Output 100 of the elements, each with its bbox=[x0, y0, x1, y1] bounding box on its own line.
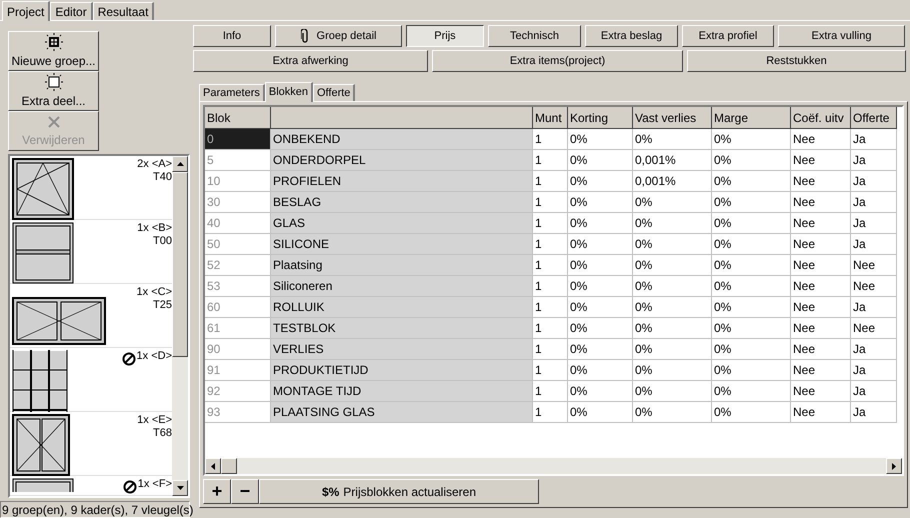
table-cell: Ja bbox=[851, 381, 897, 402]
table-cell: 0% bbox=[633, 255, 712, 276]
column-header[interactable]: Munt bbox=[533, 107, 568, 129]
table-cell: Nee bbox=[791, 213, 851, 234]
toolbar-button[interactable]: Extra afwerking bbox=[193, 50, 428, 72]
group-count: 1x <C> bbox=[136, 286, 172, 299]
table-cell: Nee bbox=[791, 297, 851, 318]
column-header[interactable]: Korting bbox=[568, 107, 633, 129]
column-header[interactable]: Blok bbox=[205, 107, 271, 129]
table-cell: 92 bbox=[205, 381, 271, 402]
table-cell: 0% bbox=[712, 213, 791, 234]
table-cell: 0% bbox=[712, 192, 791, 213]
table-cell: 1 bbox=[533, 234, 568, 255]
table-cell: 50 bbox=[205, 234, 271, 255]
table-cell: Nee bbox=[791, 402, 851, 423]
table-cell: 0% bbox=[633, 276, 712, 297]
update-button[interactable]: $% Prijsblokken actualiseren bbox=[259, 479, 539, 504]
table-cell: 30 bbox=[205, 192, 271, 213]
toolbar-button[interactable]: Info bbox=[193, 25, 271, 47]
table-cell: Plaatsing bbox=[271, 255, 533, 276]
up-arrow-icon bbox=[176, 162, 184, 166]
add-button[interactable]: + bbox=[203, 479, 231, 504]
group-count: 1x <F> bbox=[138, 478, 172, 491]
table-cell: 0% bbox=[633, 339, 712, 360]
table-cell: 0% bbox=[633, 234, 712, 255]
group-count: 2x <A> bbox=[137, 158, 172, 171]
toolbar-button[interactable]: Extra deel... bbox=[8, 71, 99, 111]
column-header[interactable]: Offerte bbox=[851, 107, 897, 129]
window-frame-drawing bbox=[12, 414, 70, 475]
table-cell: PROFIELEN bbox=[271, 171, 533, 192]
scroll-left-button[interactable] bbox=[205, 458, 221, 474]
table-cell: 0,001% bbox=[633, 150, 712, 171]
table-cell: VERLIES bbox=[271, 339, 533, 360]
table-cell: 1 bbox=[533, 150, 568, 171]
table-cell: 0% bbox=[712, 234, 791, 255]
table-cell: 0% bbox=[633, 318, 712, 339]
table-cell: TESTBLOK bbox=[271, 318, 533, 339]
table-cell: PRODUKTIETIJD bbox=[271, 360, 533, 381]
table-cell: 0% bbox=[633, 360, 712, 381]
tab[interactable]: Resultaat bbox=[92, 2, 154, 20]
toolbar-button[interactable]: Nieuwe groep... bbox=[8, 31, 99, 71]
tab[interactable]: Blokken bbox=[264, 82, 313, 102]
column-header[interactable]: Marge bbox=[712, 107, 791, 129]
table-cell: 1 bbox=[533, 402, 568, 423]
group-count: 1x <D> bbox=[136, 350, 172, 363]
toolbar-button[interactable]: Extra profiel bbox=[682, 25, 774, 47]
scroll-right-button[interactable] bbox=[886, 458, 902, 474]
remove-button[interactable]: − bbox=[231, 479, 259, 504]
table-cell: 53 bbox=[205, 276, 271, 297]
table-cell: Ja bbox=[851, 213, 897, 234]
table-cell: BESLAG bbox=[271, 192, 533, 213]
toolbar-button[interactable]: Extra beslag bbox=[585, 25, 678, 47]
scrollbar[interactable] bbox=[172, 156, 188, 496]
table-cell: 0% bbox=[568, 297, 633, 318]
group-count: 1x <E> bbox=[137, 414, 172, 427]
table-cell: 93 bbox=[205, 402, 271, 423]
table-cell: Nee bbox=[791, 381, 851, 402]
table-cell: ONDERDORPEL bbox=[271, 150, 533, 171]
cross-icon bbox=[46, 114, 62, 130]
group-code: T40 bbox=[153, 171, 172, 184]
table-cell: 90 bbox=[205, 339, 271, 360]
table-cell: 0% bbox=[568, 339, 633, 360]
table-cell: Ja bbox=[851, 360, 897, 381]
table-cell: ROLLUIK bbox=[271, 297, 533, 318]
square-sparkle-icon bbox=[44, 72, 64, 90]
table-cell: MONTAGE TIJD bbox=[271, 381, 533, 402]
toolbar-button[interactable]: Technisch bbox=[488, 25, 581, 47]
scroll-thumb[interactable] bbox=[172, 172, 188, 357]
table-cell: Nee bbox=[791, 339, 851, 360]
tab[interactable]: Editor bbox=[50, 2, 93, 20]
table-cell: 0% bbox=[633, 129, 712, 150]
toolbar-button[interactable]: Groep detail bbox=[275, 25, 402, 47]
column-header[interactable]: Vast verlies bbox=[633, 107, 712, 129]
table-cell: 61 bbox=[205, 318, 271, 339]
column-header[interactable]: Coëf. uitv bbox=[791, 107, 851, 129]
horizontal-scrollbar[interactable] bbox=[205, 458, 902, 474]
table-cell: 1 bbox=[533, 129, 568, 150]
table-cell: 0% bbox=[568, 381, 633, 402]
table-cell: ONBEKEND bbox=[271, 129, 533, 150]
toolbar-button[interactable]: Extra vulling bbox=[778, 25, 905, 47]
toolbar-button[interactable]: Reststukken bbox=[687, 50, 906, 72]
table-cell: 0% bbox=[568, 234, 633, 255]
scroll-down-button[interactable] bbox=[172, 480, 188, 496]
table-cell: 0% bbox=[712, 381, 791, 402]
table-cell: 0% bbox=[568, 192, 633, 213]
window-frame-drawing bbox=[12, 222, 74, 283]
toolbar-button[interactable]: Prijs bbox=[406, 25, 484, 47]
table-cell: 0% bbox=[568, 150, 633, 171]
table-cell: 1 bbox=[533, 213, 568, 234]
table-cell: 1 bbox=[533, 192, 568, 213]
scroll-thumb[interactable] bbox=[221, 458, 237, 474]
table-cell: 1 bbox=[533, 255, 568, 276]
table-cell: 0% bbox=[568, 318, 633, 339]
tab[interactable]: Project bbox=[2, 1, 50, 21]
scroll-up-button[interactable] bbox=[172, 156, 188, 172]
table-cell: Nee bbox=[851, 318, 897, 339]
tab[interactable]: Offerte bbox=[313, 84, 356, 101]
table-cell: Siliconeren bbox=[271, 276, 533, 297]
table-cell: Nee bbox=[791, 150, 851, 171]
toolbar-button[interactable]: Extra items(project) bbox=[432, 50, 683, 72]
